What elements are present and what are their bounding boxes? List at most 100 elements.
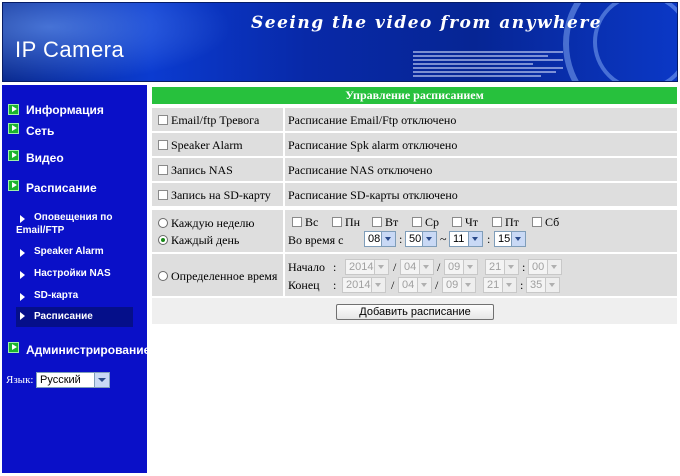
end-minute-select[interactable]: 35 — [526, 277, 560, 293]
day-label: Вт — [385, 215, 399, 229]
start-year-select[interactable]: 2014 — [345, 259, 389, 275]
status-nas: Расписание NAS отключено — [285, 158, 677, 181]
colon: : — [520, 278, 524, 292]
status-text: Расписание SD-карты отключено — [288, 188, 458, 202]
status-speaker-alarm: Расписание Spk alarm отключено — [285, 133, 677, 156]
value: 09 — [448, 261, 461, 273]
nas-checkbox[interactable] — [158, 165, 168, 175]
time-colon: : — [399, 232, 403, 246]
day-checkbox[interactable] — [332, 217, 342, 227]
email-ftp-checkbox[interactable] — [158, 115, 168, 125]
day-label: Сб — [545, 215, 560, 229]
weekly-label: Каждую неделю — [171, 216, 255, 230]
green-arrow-icon — [8, 342, 19, 353]
value: 21 — [487, 279, 500, 291]
specific-time-mode: Определенное время — [152, 254, 283, 296]
sidebar: Информация Сеть Видео Расписание Оповеще… — [2, 85, 151, 473]
subnav-schedule[interactable]: Расписание — [16, 307, 133, 327]
subnav-label: Speaker Alarm — [34, 246, 104, 257]
header-banner: IP Camera Seeing the video from anywhere — [2, 2, 678, 82]
value: 2014 — [346, 279, 371, 291]
sd-card-checkbox[interactable] — [158, 190, 168, 200]
language-value: Русский — [40, 374, 81, 386]
weekly-radio[interactable] — [158, 218, 168, 228]
subnav-speaker-alarm[interactable]: Speaker Alarm — [20, 246, 140, 260]
slash: / — [435, 278, 439, 292]
value: 21 — [489, 261, 502, 273]
option-sd-card: Запись на SD-карту — [152, 183, 283, 206]
start-hour-select[interactable]: 21 — [485, 259, 519, 275]
day-checkbox[interactable] — [372, 217, 382, 227]
value: 04 — [402, 279, 415, 291]
end-hour-select[interactable]: 21 — [483, 277, 517, 293]
slash: / — [391, 278, 395, 292]
from-hour-select[interactable]: 08 — [364, 231, 396, 247]
chevron-down-icon — [502, 278, 516, 292]
value: 2014 — [349, 261, 374, 273]
daily-radio[interactable] — [158, 235, 168, 245]
nav-label: Администрирование — [26, 343, 151, 357]
end-day-select[interactable]: 09 — [442, 277, 476, 293]
to-hour-select[interactable]: 11 — [449, 231, 483, 247]
chevron-down-icon — [511, 232, 525, 246]
day-checkbox[interactable] — [492, 217, 502, 227]
start-month-select[interactable]: 04 — [400, 259, 434, 275]
end-month-select[interactable]: 04 — [398, 277, 432, 293]
chevron-down-icon — [371, 278, 385, 292]
green-arrow-icon — [8, 180, 19, 191]
day-label: Пн — [345, 215, 361, 229]
chevron-down-icon — [374, 260, 388, 274]
language-select[interactable]: Русский — [36, 372, 110, 388]
triangle-arrow-icon — [20, 293, 25, 301]
status-text: Расписание Spk alarm отключено — [288, 138, 458, 152]
chevron-down-icon — [94, 373, 109, 387]
from-minute-select[interactable]: 50 — [405, 231, 437, 247]
to-minute-select[interactable]: 15 — [494, 231, 526, 247]
add-schedule-button[interactable]: Добавить расписание — [336, 304, 494, 320]
chevron-down-icon — [461, 278, 475, 292]
chevron-down-icon — [422, 232, 436, 246]
option-label: Запись на SD-карту — [171, 188, 271, 202]
chevron-down-icon — [547, 260, 561, 274]
chevron-down-icon — [545, 278, 559, 292]
chevron-down-icon — [417, 278, 431, 292]
subnav-label: Расписание — [34, 311, 93, 322]
subnav-nas-settings[interactable]: Настройки NAS — [20, 268, 140, 282]
banner-ring — [593, 3, 677, 81]
subnav-sd-card[interactable]: SD-карта — [20, 290, 140, 304]
specific-time-radio[interactable] — [158, 271, 168, 281]
day-checkbox[interactable] — [532, 217, 542, 227]
option-speaker-alarm: Speaker Alarm — [152, 133, 283, 156]
day-checkbox[interactable] — [292, 217, 302, 227]
status-text: Расписание NAS отключено — [288, 163, 433, 177]
value: 00 — [532, 261, 545, 273]
chevron-down-icon — [381, 232, 395, 246]
page-title: Управление расписанием — [152, 87, 677, 104]
end-year-select[interactable]: 2014 — [342, 277, 386, 293]
from-minute-value: 50 — [409, 233, 422, 245]
triangle-arrow-icon — [20, 312, 25, 320]
option-nas: Запись NAS — [152, 158, 283, 181]
day-checkbox[interactable] — [412, 217, 422, 227]
green-arrow-icon — [8, 150, 19, 161]
banner-slogan: Seeing the video from anywhere — [251, 13, 603, 33]
day-label: Вс — [305, 215, 319, 229]
speaker-alarm-checkbox[interactable] — [158, 140, 168, 150]
subnav-label: Оповещения по — [34, 212, 113, 223]
day-checkbox[interactable] — [452, 217, 462, 227]
start-minute-select[interactable]: 00 — [528, 259, 562, 275]
start-day-select[interactable]: 09 — [444, 259, 478, 275]
value: 09 — [446, 279, 459, 291]
triangle-arrow-icon — [20, 271, 25, 279]
start-label: Начало — [288, 260, 325, 274]
subnav-label: SD-карта — [34, 290, 79, 301]
subnav-email-ftp[interactable]: Оповещения по Email/FTP — [16, 212, 140, 240]
status-text: Расписание Email/Ftp отключено — [288, 113, 457, 127]
green-arrow-icon — [8, 104, 19, 115]
option-label: Запись NAS — [171, 163, 233, 177]
option-label: Speaker Alarm — [171, 138, 243, 152]
to-minute-value: 15 — [498, 233, 511, 245]
nav-label: Расписание — [26, 181, 97, 195]
colon: : — [333, 278, 337, 292]
nav-label: Информация — [26, 103, 104, 117]
